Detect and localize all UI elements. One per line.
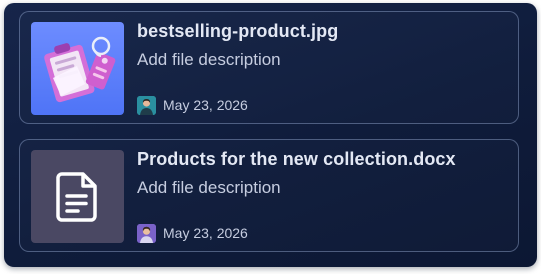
file-name[interactable]: Products for the new collection.docx [137,149,456,170]
document-icon [55,171,97,222]
file-list-panel: bestselling-product.jpg Add file descrip… [4,3,537,267]
user-avatar-icon [137,95,156,115]
clipboard-tag-illustration-icon [44,36,116,103]
file-meta: May 23, 2026 [137,95,248,115]
file-thumbnail[interactable] [31,150,124,243]
file-card[interactable]: bestselling-product.jpg Add file descrip… [19,11,519,124]
file-description[interactable]: Add file description [137,178,281,198]
file-thumbnail[interactable] [31,22,124,115]
file-description[interactable]: Add file description [137,50,281,70]
file-date: May 23, 2026 [163,225,248,241]
avatar [137,95,156,115]
user-avatar-icon [137,223,156,243]
avatar [137,223,156,243]
file-date: May 23, 2026 [163,97,248,113]
file-meta: May 23, 2026 [137,223,248,243]
file-name[interactable]: bestselling-product.jpg [137,21,338,42]
file-card[interactable]: Products for the new collection.docx Add… [19,139,519,252]
